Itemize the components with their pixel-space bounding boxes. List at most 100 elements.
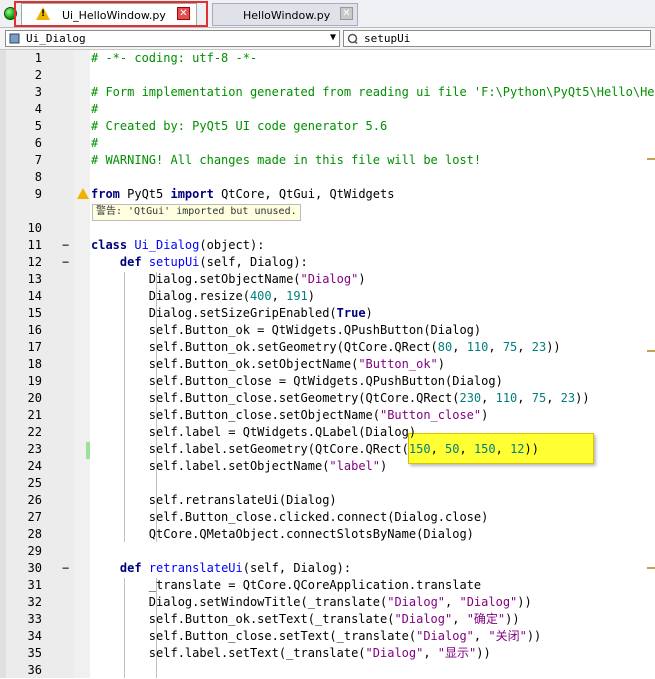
line-number: 26 <box>27 493 42 507</box>
code-text: self.Button_ok.setText(_translate("Dialo… <box>91 612 520 626</box>
code-line[interactable]: 4 # <box>0 101 655 118</box>
code-text: # <box>91 102 99 116</box>
code-text: self.retranslateUi(Dialog) <box>91 493 337 507</box>
code-line[interactable]: 15 Dialog.setSizeGripEnabled(True) <box>0 305 655 322</box>
code-line[interactable]: 6 # <box>0 135 655 152</box>
class-icon <box>9 33 20 44</box>
code-line[interactable]: 3 # Form implementation generated from re… <box>0 84 655 101</box>
code-text: # Form implementation generated from rea… <box>91 85 655 99</box>
code-text: self.label = QtWidgets.QLabel(Dialog) <box>91 425 417 439</box>
tab-highlight-annotation <box>14 1 208 27</box>
code-line[interactable]: 22 self.label = QtWidgets.QLabel(Dialog) <box>0 424 655 441</box>
line-number: 12 <box>27 255 42 269</box>
code-line[interactable]: 21 self.Button_close.setObjectName("Butt… <box>0 407 655 424</box>
method-icon <box>347 33 358 44</box>
tab-bar: Ui_HelloWindow.py ✕ HelloWindow.py ✕ <box>0 0 655 28</box>
code-line[interactable]: 18 self.Button_ok.setObjectName("Button_… <box>0 356 655 373</box>
code-line[interactable]: 30 − def retranslateUi(self, Dialog): <box>0 560 655 577</box>
code-line[interactable]: 12 − def setupUi(self, Dialog): <box>0 254 655 271</box>
fold-toggle-icon[interactable]: − <box>62 254 69 271</box>
code-line[interactable]: 28 QtCore.QMetaObject.connectSlotsByName… <box>0 526 655 543</box>
code-text: QtCore.QMetaObject.connectSlotsByName(Di… <box>91 527 474 541</box>
code-line[interactable]: 14 Dialog.resize(400, 191) <box>0 288 655 305</box>
code-line[interactable]: 36 <box>0 662 655 679</box>
code-line[interactable]: 11 − class Ui_Dialog(object): <box>0 237 655 254</box>
line-number: 3 <box>34 85 42 99</box>
code-text: self.Button_close.setObjectName("Button_… <box>91 408 489 422</box>
line-number: 6 <box>34 136 42 150</box>
code-text: self.Button_ok = QtWidgets.QPushButton(D… <box>91 323 482 337</box>
code-line[interactable]: 1 # -*- coding: utf-8 -*- <box>0 50 655 67</box>
code-line[interactable]: 2 <box>0 67 655 84</box>
line-number: 9 <box>34 187 42 201</box>
code-line[interactable]: 35 self.label.setText(_translate("Dialog… <box>0 645 655 662</box>
code-line[interactable]: 32 Dialog.setWindowTitle(_translate("Dia… <box>0 594 655 611</box>
line-number: 7 <box>34 153 42 167</box>
method-selector-combo[interactable]: setupUi <box>343 30 651 47</box>
code-text: class Ui_Dialog(object): <box>91 238 265 252</box>
tab-hellowindow[interactable]: HelloWindow.py ✕ <box>212 3 358 26</box>
class-selector-value: Ui_Dialog <box>26 32 86 45</box>
code-line[interactable]: 13 Dialog.setObjectName("Dialog") <box>0 271 655 288</box>
code-line[interactable]: 29 <box>0 543 655 560</box>
line-number: 30 <box>27 561 42 575</box>
code-line[interactable]: 27 self.Button_close.clicked.connect(Dia… <box>0 509 655 526</box>
line-number: 32 <box>27 595 42 609</box>
method-selector-value: setupUi <box>364 32 411 45</box>
chevron-down-icon[interactable]: ▼ <box>330 32 336 43</box>
code-text: self.label.setText(_translate("Dialog", … <box>91 646 491 660</box>
code-text: self.Button_close.clicked.connect(Dialog… <box>91 510 489 524</box>
line-number: 20 <box>27 391 42 405</box>
fold-toggle-icon[interactable]: − <box>62 560 69 577</box>
line-number: 19 <box>27 374 42 388</box>
code-text: def setupUi(self, Dialog): <box>119 255 308 269</box>
code-line[interactable]: 19 self.Button_close = QtWidgets.QPushBu… <box>0 373 655 390</box>
fold-toggle-icon[interactable]: − <box>62 237 69 254</box>
code-line[interactable]: 10 <box>0 220 655 237</box>
line-number: 4 <box>34 102 42 116</box>
line-number: 28 <box>27 527 42 541</box>
line-number: 25 <box>27 476 42 490</box>
code-line[interactable]: 8 <box>0 169 655 186</box>
tab-label: HelloWindow.py <box>243 9 331 22</box>
code-text: self.Button_ok.setObjectName("Button_ok"… <box>91 357 446 371</box>
warning-tooltip: 警告: 'QtGui' imported but unused. <box>92 204 301 221</box>
overview-ruler[interactable] <box>647 50 655 678</box>
class-selector-combo[interactable]: Ui_Dialog ▼ <box>5 30 340 47</box>
code-text: self.Button_close.setGeometry(QtCore.QRe… <box>91 391 590 405</box>
code-line[interactable]: 25 <box>0 475 655 492</box>
line-number: 14 <box>27 289 42 303</box>
code-line[interactable]: 31 _translate = QtCore.QCoreApplication.… <box>0 577 655 594</box>
code-line[interactable]: 24 self.label.setObjectName("label") <box>0 458 655 475</box>
close-icon[interactable]: ✕ <box>340 7 353 20</box>
line-number: 10 <box>27 221 42 235</box>
code-line[interactable]: 23 self.label.setGeometry(QtCore.QRect(1… <box>0 441 655 458</box>
code-text: # -*- coding: utf-8 -*- <box>91 51 258 65</box>
code-text: from PyQt5 import QtCore, QtGui, QtWidge… <box>91 187 395 201</box>
line-number: 21 <box>27 408 42 422</box>
code-line[interactable]: 26 self.retranslateUi(Dialog) <box>0 492 655 509</box>
change-marker <box>86 442 90 459</box>
line-number: 8 <box>34 170 42 184</box>
code-text: self.Button_close = QtWidgets.QPushButto… <box>91 374 503 388</box>
code-text: self.label.setObjectName("label") <box>91 459 388 473</box>
code-line[interactable]: 34 self.Button_close.setText(_translate(… <box>0 628 655 645</box>
line-number: 13 <box>27 272 42 286</box>
code-line[interactable]: 9 from PyQt5 import QtCore, QtGui, QtWidg… <box>0 186 655 203</box>
line-number: 11 <box>27 238 42 252</box>
code-line[interactable]: 5 # Created by: PyQt5 UI code generator 5… <box>0 118 655 135</box>
code-line[interactable]: 7 # WARNING! All changes made in this fil… <box>0 152 655 169</box>
line-number: 34 <box>27 629 42 643</box>
line-number: 23 <box>27 442 42 456</box>
code-line[interactable]: 33 self.Button_ok.setText(_translate("Di… <box>0 611 655 628</box>
code-text: Dialog.resize(400, 191) <box>91 289 316 303</box>
code-line[interactable]: 17 self.Button_ok.setGeometry(QtCore.QRe… <box>0 339 655 356</box>
line-number: 29 <box>27 544 42 558</box>
navigation-toolbar: Ui_Dialog ▼ setupUi <box>0 28 655 50</box>
line-number: 24 <box>27 459 42 473</box>
line-number: 16 <box>27 323 42 337</box>
code-line[interactable]: 16 self.Button_ok = QtWidgets.QPushButto… <box>0 322 655 339</box>
code-line[interactable]: 20 self.Button_close.setGeometry(QtCore.… <box>0 390 655 407</box>
code-text: Dialog.setWindowTitle(_translate("Dialog… <box>91 595 532 609</box>
line-number: 31 <box>27 578 42 592</box>
